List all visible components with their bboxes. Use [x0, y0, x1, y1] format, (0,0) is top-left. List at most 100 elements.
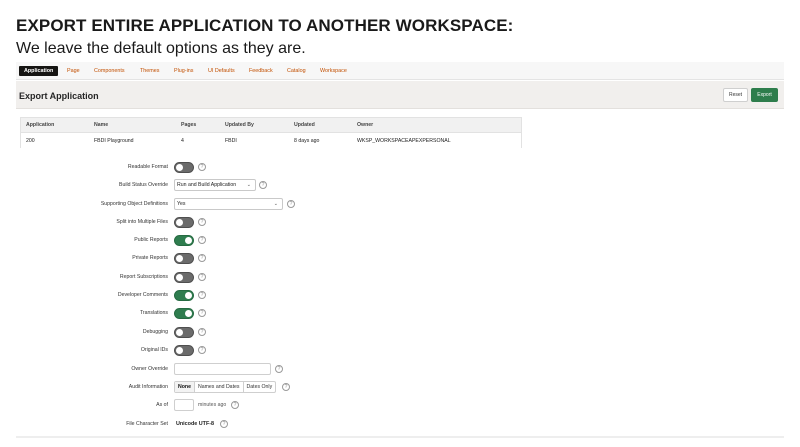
- help-icon[interactable]: ?: [198, 346, 206, 354]
- col-application: Application: [26, 122, 55, 128]
- supporting-objects-value: Yes: [177, 201, 186, 207]
- row-report-subscriptions: Report Subscriptions ?: [16, 271, 616, 285]
- label-original-ids: Original IDs: [140, 347, 168, 353]
- cell-owner: WKSP_WORKSPACEAPEXPERSONAL: [357, 138, 451, 144]
- tab-application[interactable]: Application: [19, 66, 59, 76]
- help-icon[interactable]: ?: [287, 200, 295, 208]
- cell-application: 200: [26, 138, 35, 144]
- label-translations: Translations: [139, 310, 168, 316]
- debugging-toggle[interactable]: [174, 327, 194, 338]
- row-split-files: Split into Multiple Files ?: [16, 216, 616, 230]
- tab-page[interactable]: Page: [67, 66, 80, 76]
- row-public-reports: Public Reports ?: [16, 234, 616, 248]
- chevron-down-icon: ⌄: [246, 182, 251, 188]
- help-icon[interactable]: ?: [198, 309, 206, 317]
- cell-name: FBDI Playground: [94, 138, 134, 144]
- row-original-ids: Original IDs ?: [16, 344, 616, 358]
- row-build-status: Build Status Override Run and Build Appl…: [16, 179, 616, 193]
- split-files-toggle[interactable]: [174, 217, 194, 228]
- developer-comments-toggle[interactable]: [174, 290, 194, 301]
- page-title: Export Application: [19, 91, 99, 101]
- build-status-value: Run and Build Application: [177, 182, 237, 188]
- label-developer-comments: Developer Comments: [117, 292, 168, 298]
- report-subscriptions-toggle[interactable]: [174, 272, 194, 283]
- build-status-select[interactable]: Run and Build Application ⌄: [174, 179, 256, 191]
- label-as-of: As of: [156, 402, 168, 408]
- table-row: 200 FBDI Playground 4 FBDI 8 days ago WK…: [21, 134, 521, 148]
- label-audit-information: Audit Information: [128, 384, 168, 390]
- cell-pages: 4: [181, 138, 184, 144]
- file-charset-value: Unicode UTF-8: [176, 421, 215, 427]
- readable-format-toggle[interactable]: [174, 162, 194, 173]
- label-report-subscriptions: Report Subscriptions: [119, 274, 168, 280]
- slide-subtitle: We leave the default options as they are…: [16, 40, 306, 57]
- cell-updated-by: FBDI: [225, 138, 237, 144]
- export-button[interactable]: Export: [751, 88, 778, 102]
- col-pages: Pages: [181, 122, 197, 128]
- tab-themes[interactable]: Themes: [140, 66, 159, 76]
- private-reports-toggle[interactable]: [174, 253, 194, 264]
- bottom-divider: [16, 436, 784, 438]
- tab-workspace[interactable]: Workspace: [320, 66, 347, 76]
- help-icon[interactable]: ?: [198, 273, 206, 281]
- audit-option-dates-only[interactable]: Dates Only: [244, 382, 276, 392]
- row-translations: Translations ?: [16, 307, 616, 321]
- tab-catalog[interactable]: Catalog: [287, 66, 306, 76]
- tab-feedback[interactable]: Feedback: [249, 66, 273, 76]
- help-icon[interactable]: ?: [198, 291, 206, 299]
- public-reports-toggle[interactable]: [174, 235, 194, 246]
- label-build-status: Build Status Override: [118, 182, 168, 188]
- row-debugging: Debugging ?: [16, 326, 616, 340]
- row-private-reports: Private Reports ?: [16, 252, 616, 266]
- help-icon[interactable]: ?: [231, 401, 239, 409]
- tab-ui-defaults[interactable]: UI Defaults: [208, 66, 235, 76]
- row-file-charset: File Character Set Unicode UTF-8 ?: [16, 418, 616, 432]
- label-private-reports: Private Reports: [132, 255, 168, 261]
- page-header: Export Application Reset Export: [16, 81, 784, 109]
- help-icon[interactable]: ?: [259, 181, 267, 189]
- owner-override-input[interactable]: [174, 363, 271, 375]
- grid-header: Application Name Pages Updated By Update…: [21, 118, 521, 133]
- help-icon[interactable]: ?: [198, 328, 206, 336]
- col-name: Name: [94, 122, 109, 128]
- row-developer-comments: Developer Comments ?: [16, 289, 616, 303]
- application-grid: Application Name Pages Updated By Update…: [20, 117, 522, 148]
- col-updated-by: Updated By: [225, 122, 254, 128]
- label-supporting-objects: Supporting Object Definitions: [100, 201, 168, 207]
- chevron-down-icon: ⌄: [273, 201, 278, 207]
- label-readable-format: Readable Format: [127, 164, 168, 170]
- as-of-suffix: minutes ago: [198, 402, 227, 408]
- row-owner-override: Owner Override ?: [16, 363, 616, 377]
- col-owner: Owner: [357, 122, 374, 128]
- original-ids-toggle[interactable]: [174, 345, 194, 356]
- tab-plug-ins[interactable]: Plug-ins: [174, 66, 193, 76]
- help-icon[interactable]: ?: [282, 383, 290, 391]
- label-file-charset: File Character Set: [126, 421, 168, 427]
- help-icon[interactable]: ?: [198, 163, 206, 171]
- cell-updated: 8 days ago: [294, 138, 320, 144]
- label-public-reports: Public Reports: [134, 237, 168, 243]
- help-icon[interactable]: ?: [198, 236, 206, 244]
- translations-toggle[interactable]: [174, 308, 194, 319]
- slide-title: EXPORT ENTIRE APPLICATION TO ANOTHER WOR…: [16, 16, 514, 35]
- tab-components[interactable]: Components: [94, 66, 125, 76]
- row-supporting-objects: Supporting Object Definitions Yes ⌄ ?: [16, 198, 616, 212]
- tab-bar: Application Page Components Themes Plug-…: [16, 62, 784, 80]
- label-owner-override: Owner Override: [131, 366, 168, 372]
- help-icon[interactable]: ?: [275, 365, 283, 373]
- help-icon[interactable]: ?: [198, 254, 206, 262]
- help-icon[interactable]: ?: [198, 218, 206, 226]
- label-split-files: Split into Multiple Files: [116, 219, 168, 225]
- help-icon[interactable]: ?: [220, 420, 228, 428]
- audit-option-none[interactable]: None: [175, 382, 195, 392]
- col-updated: Updated: [294, 122, 315, 128]
- label-debugging: Debugging: [142, 329, 168, 335]
- row-as-of: As of minutes ago ?: [16, 399, 616, 413]
- audit-option-names-and-dates[interactable]: Names and Dates: [195, 382, 244, 392]
- row-readable-format: Readable Format ?: [16, 161, 616, 175]
- reset-button[interactable]: Reset: [723, 88, 748, 102]
- app-window: Application Page Components Themes Plug-…: [16, 62, 784, 438]
- supporting-objects-select[interactable]: Yes ⌄: [174, 198, 283, 210]
- row-audit-information: Audit Information None Names and Dates D…: [16, 381, 616, 395]
- as-of-input[interactable]: [174, 399, 194, 411]
